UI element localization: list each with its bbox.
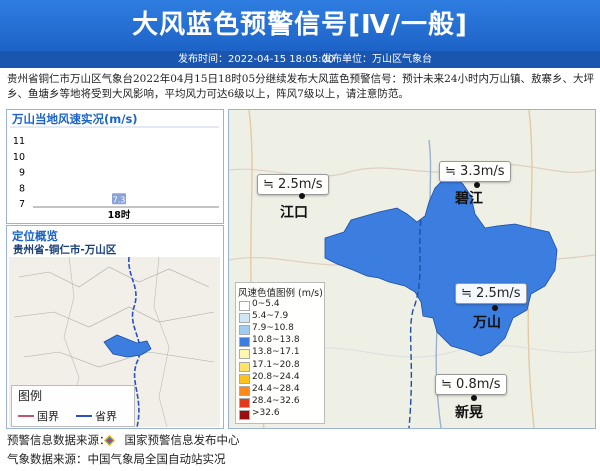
station-xinhuang-marker [471,395,477,401]
wind-legend-swatch [239,361,250,372]
wind-legend-swatch [239,385,250,396]
station-jiangkou-speed[interactable]: ≒ 2.5m/s [257,174,329,195]
nmc-logo [104,435,115,446]
wind-legend-label: 17.1~20.8 [252,359,300,370]
title-bar: 大风蓝色预警信号[Ⅳ/一般] [0,0,600,51]
wind-legend-swatch [239,409,250,420]
y-tick-label: 8 [19,183,25,194]
publish-info-bar: 发布时间：2022-04-15 18:05:00 发布单位：万山区气象台 [0,51,600,68]
station-xinhuang-name: 新晃 [455,405,483,421]
wind-legend-label: 28.4~32.6 [252,395,300,406]
wind-icon: ≒ [445,164,456,179]
wind-speed-point-label: 7.3 [113,195,126,204]
station-jiangkou-marker [299,193,305,199]
overview-location: 贵州省-铜仁市-万山区 [13,244,117,256]
warning-source-name[interactable]: 国家预警信息发布中心 [125,433,240,447]
wind-legend-swatch [239,397,250,408]
station-jiangkou-name: 江口 [280,205,308,221]
wind-legend-label: 13.8~17.1 [252,347,300,358]
wind-color-legend: 风速色值图例 (m/s) 0~5.4 5.4~7.9 7.9~10.8 10.8~13… [235,282,325,424]
wind-legend-label: 10.8~13.8 [252,335,300,346]
station-xinhuang-speed[interactable]: ≒ 0.8m/s [435,374,507,395]
wind-legend-label: 0~5.4 [252,299,280,309]
y-tick-label: 11 [13,136,25,147]
wind-warning-map[interactable]: ≒ 2.5m/s 江口 ≒ 3.3m/s 碧江 ≒ 2.5m/s 万山 ≒ 0.… [228,109,596,429]
publish-time: 发布时间：2022-04-15 18:05:00 [178,54,335,65]
station-bijiang-marker [474,182,480,188]
weather-source-line: 气象数据来源：中国气象局全国自动站实况 [7,452,226,466]
location-overview-panel: 定位概览 贵州省-铜仁市-万山区 图例 国界 省界 [6,225,224,429]
y-tick-label: 9 [19,168,25,179]
station-wanshan-marker [492,305,498,311]
warning-source-label: 预警信息数据来源： [7,433,111,447]
province-border-line [76,415,92,417]
chart-title: 万山当地风速实况(m/s) [11,112,138,126]
wind-legend-label: 20.8~24.4 [252,371,300,382]
minimap-legend-title: 图例 [18,389,43,403]
y-tick-label: 10 [13,152,25,163]
warning-source-line: 预警信息数据来源： 国家预警信息发布中心 [7,432,240,448]
wind-legend-swatch [239,301,250,311]
station-bijiang-name: 碧江 [455,191,483,207]
legend-national-border: 国界 [37,410,59,423]
minimap-legend: 图例 国界 省界 [11,385,135,427]
page-title: 大风蓝色预警信号[Ⅳ/一般] [132,10,468,40]
wind-icon: ≒ [263,177,274,192]
wind-legend-swatch [239,337,250,348]
wind-legend-label: 24.4~28.4 [252,383,300,394]
overview-minimap[interactable]: 图例 国界 省界 [9,257,220,427]
publish-unit: 发布单位：万山区气象台 [322,54,432,65]
wind-legend-label: 7.9~10.8 [252,323,294,334]
national-border-line [18,415,34,417]
wind-legend-swatch [239,313,250,324]
wind-legend-label: 5.4~7.9 [252,311,289,322]
wind-icon: ≒ [441,377,452,392]
wind-legend-swatch [239,325,250,336]
y-tick-label: 7 [19,199,25,210]
wind-legend-title: 风速色值图例 (m/s) [238,288,323,299]
warning-description: 贵州省铜仁市万山区气象台2022年04月15日18时05分继续发布大风蓝色预警信… [7,73,595,100]
wind-speed-chart: 万山当地风速实况(m/s) 7 8 9 10 11 7.3 18时 [10,112,219,221]
x-tick-label: 18时 [108,209,131,221]
wind-legend-swatch [239,349,250,360]
wind-legend-label: >32.6 [252,407,280,418]
legend-province-border: 省界 [95,410,117,423]
wind-legend-swatch [239,373,250,384]
station-wanshan-speed[interactable]: ≒ 2.5m/s [455,283,527,304]
station-wanshan-name: 万山 [473,315,501,331]
wind-speed-panel: 万山当地风速实况(m/s) 7 8 9 10 11 7.3 18时 [6,109,224,224]
station-bijiang-speed[interactable]: ≒ 3.3m/s [439,161,511,182]
wind-icon: ≒ [461,286,472,301]
